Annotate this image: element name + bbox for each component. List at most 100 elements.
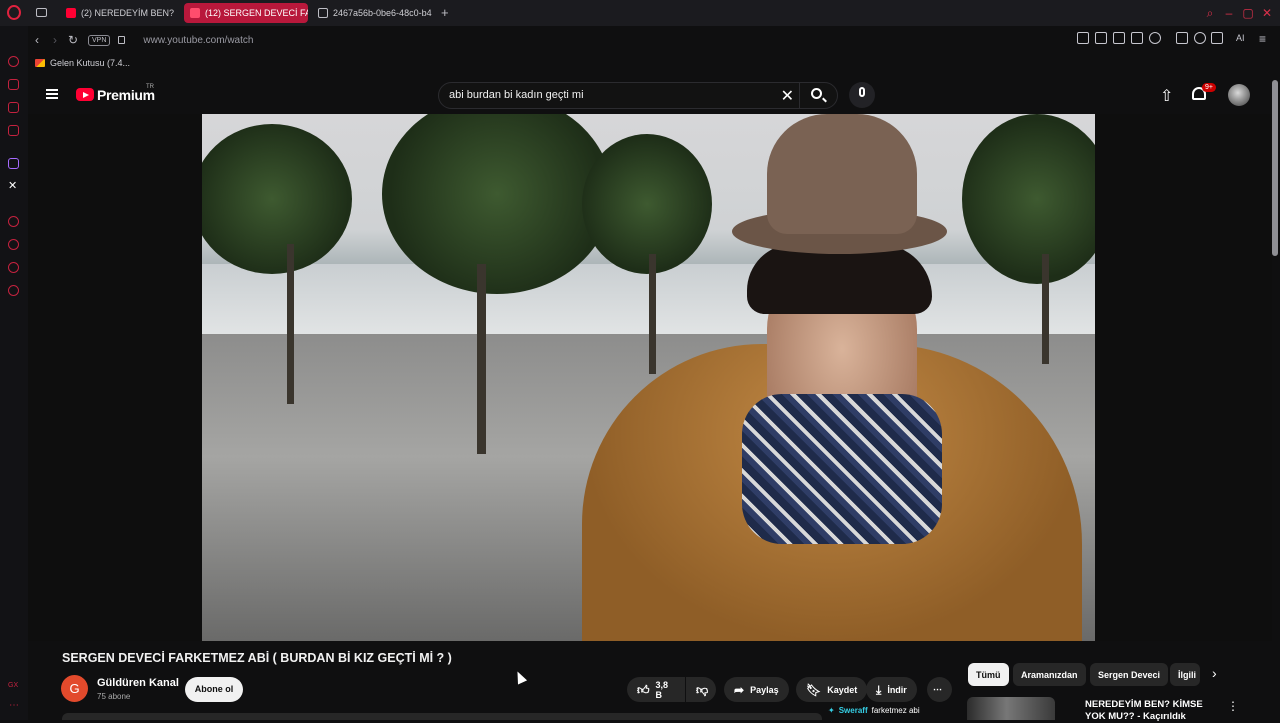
browser-sidebar: ✕ GX ⋯ (0, 26, 28, 720)
aria-ai-button[interactable]: AI (1236, 33, 1245, 43)
like-button[interactable]: 👍︎ 3,8 B (627, 677, 685, 702)
forward-icon[interactable]: › (46, 31, 64, 49)
like-count: 3,8 B (655, 679, 669, 700)
share-label: Paylaş (750, 684, 779, 695)
sidebar-more-icon[interactable]: ⋯ (9, 700, 19, 711)
dislike-button[interactable]: 👎︎ (686, 677, 716, 702)
history-icon[interactable] (8, 239, 19, 250)
microphone-icon (859, 87, 865, 97)
tab-label: (2) NEREDEYİM BEN? KİM (81, 8, 175, 18)
maximize-icon[interactable]: ▢ (1241, 6, 1255, 20)
recommendation-thumbnail[interactable] (967, 697, 1055, 720)
vpn-badge[interactable]: VPN (88, 34, 111, 46)
youtube-logo-icon[interactable] (76, 88, 94, 101)
search-tabs-icon[interactable]: ⌕ (1203, 6, 1217, 20)
save-button[interactable]: 🔖︎ Kaydet (796, 677, 868, 702)
save-label: Kaydet (827, 684, 858, 695)
guide-menu-icon[interactable] (46, 89, 58, 99)
person-scarf (742, 394, 942, 544)
url-field[interactable]: www.youtube.com/watch (143, 35, 253, 46)
reload-icon[interactable]: ↻ (64, 31, 82, 49)
gmail-icon (35, 59, 45, 67)
download-arrow-icon: ⤓ (876, 682, 882, 697)
opera-logo-icon[interactable] (7, 5, 21, 20)
tab-neredeyim[interactable]: (2) NEREDEYİM BEN? KİM (60, 3, 175, 23)
search-query[interactable]: abi burdan bi kadın geçti mi (449, 89, 584, 101)
thumbs-down-icon: 👎︎ (696, 682, 709, 697)
mail-icon[interactable] (8, 125, 19, 136)
new-tab-button[interactable]: + (441, 5, 449, 20)
create-upload-icon[interactable]: ⇧ (1160, 86, 1173, 106)
chip-sergen-deveci[interactable]: Sergen Deveci (1090, 663, 1169, 686)
more-actions-button[interactable]: ⋯ (927, 677, 952, 702)
tab-label: (12) SERGEN DEVECİ FARK (205, 8, 308, 18)
heart-icon[interactable] (1149, 32, 1161, 44)
download-icon[interactable] (1211, 32, 1223, 44)
video-frame[interactable] (202, 114, 1095, 641)
bookmark-gelen-kutusu[interactable]: Gelen Kutusu (7.4... (50, 58, 130, 68)
page-scrollbar[interactable] (1272, 80, 1278, 256)
youtube-masthead: Premium TR abi burdan bi kadın geçti mi … (28, 76, 1280, 114)
recommendation-more-icon[interactable]: ⋮ (1227, 699, 1239, 713)
chevron-right-icon[interactable]: › (1212, 665, 1217, 681)
aria-icon[interactable] (8, 56, 19, 67)
mouse-cursor-icon (512, 669, 528, 685)
chip-aramanizdan[interactable]: Aramanızdan (1013, 663, 1086, 686)
chip-tumu[interactable]: Tümü (968, 663, 1009, 686)
close-icon[interactable]: ✕ (1260, 6, 1274, 20)
search-input[interactable]: abi burdan bi kadın geçti mi ✕ (438, 82, 838, 109)
bookmark-save-icon: 🔖︎ (806, 682, 822, 697)
player-icon[interactable] (1131, 32, 1143, 44)
menu-icon[interactable]: ≡ (1259, 32, 1266, 46)
chip-ilgili[interactable]: İlgili (1170, 663, 1200, 686)
youtube-favicon-icon (66, 8, 76, 18)
share-button[interactable]: ➦ Paylaş (724, 677, 789, 702)
document-icon (318, 8, 328, 18)
description-box[interactable] (62, 713, 822, 720)
messenger-icon[interactable] (8, 102, 19, 113)
lock-icon (118, 36, 126, 44)
bookmarks-bar: Gelen Kutusu (7.4... (28, 54, 130, 72)
extensions-icon[interactable] (1176, 32, 1188, 44)
download-label: İndir (887, 684, 907, 695)
bookmark-icon[interactable] (1077, 32, 1089, 44)
video-player[interactable] (28, 114, 1272, 641)
search-icon (811, 88, 822, 99)
download-button[interactable]: ⤓ İndir (866, 677, 917, 702)
snapshot-icon[interactable] (1095, 32, 1107, 44)
subscribe-button[interactable]: Abone ol (185, 677, 243, 702)
channel-name[interactable]: Güldüren Kanal (97, 677, 179, 689)
region-label: TR (146, 84, 154, 90)
tree-trunk (477, 264, 486, 454)
account-avatar[interactable] (1228, 84, 1250, 106)
twitch-icon[interactable] (8, 158, 19, 169)
chat-icon[interactable] (8, 262, 19, 273)
minimize-icon[interactable]: – (1222, 6, 1236, 20)
crypto-wallet-icon[interactable] (8, 79, 19, 90)
youtube-favicon-icon (190, 8, 200, 18)
profile-icon[interactable] (1194, 32, 1206, 44)
subscriber-count: 75 abone (97, 692, 131, 701)
shield-icon[interactable] (1113, 32, 1125, 44)
hat-crown (767, 114, 917, 234)
clear-search-icon[interactable]: ✕ (781, 86, 794, 106)
gx-icon[interactable]: GX (8, 682, 18, 689)
tab-document[interactable]: 2467a56b-0be6-48c0-b4 (312, 3, 434, 23)
tree-trunk (287, 244, 294, 404)
search-button[interactable] (799, 82, 837, 109)
video-title: SERGEN DEVECİ FARKETMEZ ABİ ( BURDAN Bİ … (62, 651, 452, 665)
tab-switcher-icon[interactable] (36, 8, 47, 17)
player-sidebar-icon[interactable] (8, 216, 19, 227)
sweraff-icon: ✦ (828, 706, 835, 715)
recommendation-title[interactable]: NEREDEYİM BEN? KİMSE YOK MU?? - Kaçırıld… (1085, 699, 1217, 723)
browser-tab-strip: (2) NEREDEYİM BEN? KİM (12) SERGEN DEVEC… (0, 0, 1280, 26)
channel-avatar[interactable]: G (61, 675, 88, 702)
back-icon[interactable]: ‹ (28, 31, 46, 49)
sweraff-overlay: ✦ Sweraff farketmez abi (828, 706, 920, 715)
settings-icon[interactable] (8, 285, 19, 296)
tab-sergen-deveci[interactable]: (12) SERGEN DEVECİ FARK (184, 3, 308, 23)
thumbs-up-icon: 👍︎ (637, 682, 650, 697)
voice-search-button[interactable] (849, 82, 875, 108)
notification-badge: 9+ (1202, 83, 1216, 92)
x-twitter-icon[interactable]: ✕ (8, 179, 17, 192)
